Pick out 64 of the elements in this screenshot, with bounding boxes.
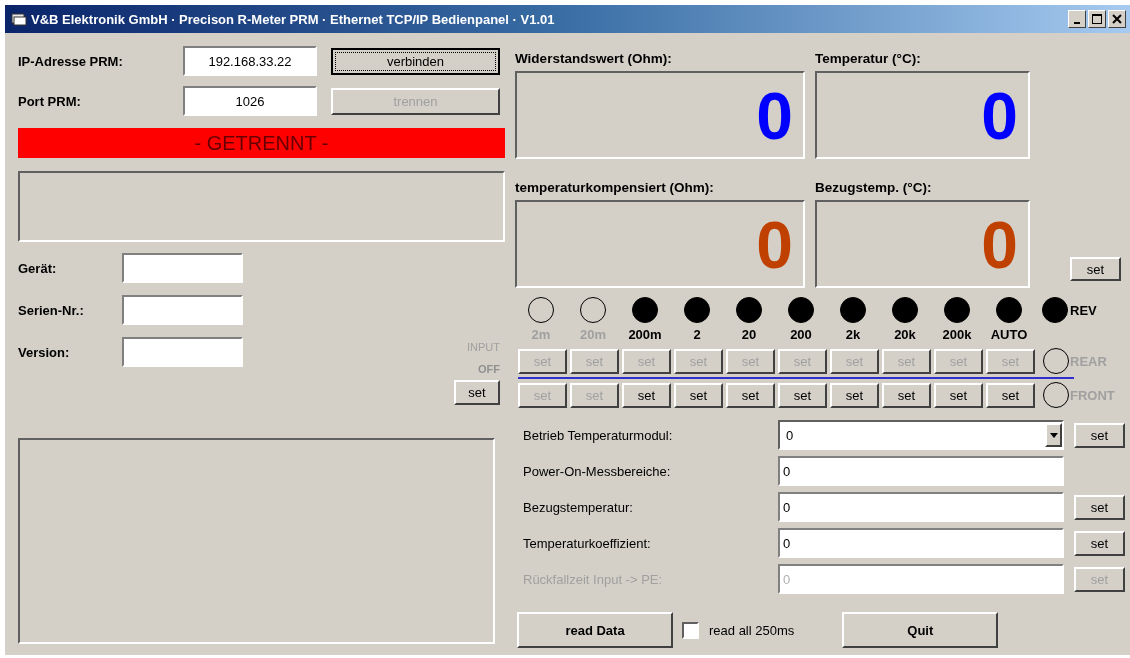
device-field[interactable] [122, 337, 243, 367]
device-label: Gerät: [18, 260, 58, 276]
setting-set-button[interactable]: set [1074, 494, 1125, 520]
window-title: V&B Elektronik GmbH · Precison R-Meter PRM · Ethernet TCP/IP Bedienpanel · V1.01 [31, 11, 556, 27]
display-value: 0 [981, 78, 1018, 155]
range-set-button[interactable]: set [934, 382, 983, 408]
setting-label: Power-On-Messbereiche: [523, 463, 672, 479]
maximize-icon [1092, 14, 1102, 24]
dropdown[interactable]: 0 [778, 420, 1064, 450]
input-set-button[interactable]: set [454, 380, 500, 405]
range-set-button[interactable]: set [674, 382, 723, 408]
quit-button[interactable]: Quit [842, 612, 999, 648]
display-label: Widerstandswert (Ohm): [515, 51, 673, 68]
range-set-button[interactable]: set [830, 382, 879, 408]
ip-field[interactable]: 192.168.33.22 [183, 46, 317, 76]
setting-field[interactable]: 0 [778, 456, 1064, 486]
range-set-button[interactable]: set [986, 382, 1035, 408]
checkbox-label: read all 250ms [709, 622, 795, 638]
minimize-button[interactable] [1068, 10, 1086, 28]
reference-set-button[interactable]: set [1070, 257, 1121, 281]
minimize-icon [1074, 21, 1080, 24]
range-label: AUTO [990, 327, 1028, 342]
range-set-button[interactable]: set [622, 382, 671, 408]
device-label: Version: [18, 344, 71, 360]
range-label: 2k [845, 327, 861, 342]
port-label: Port PRM: [18, 93, 82, 109]
display-value: 0 [981, 207, 1018, 284]
setting-field[interactable]: 0 [778, 528, 1064, 558]
setting-label: Betrieb Temperaturmodul: [523, 427, 674, 443]
range-set-button[interactable]: set [726, 382, 775, 408]
range-label: 200k [942, 327, 972, 342]
range-set-button[interactable]: set [882, 382, 931, 408]
setting-set-button[interactable]: set [1074, 530, 1125, 556]
app-icon [11, 12, 27, 26]
dropdown-arrow-icon [1049, 432, 1058, 438]
range-label: 200m [628, 327, 662, 342]
range-label: 200 [790, 327, 812, 342]
device-label: Serien-Nr.: [18, 302, 85, 318]
input-state: OFF [478, 363, 500, 375]
device-field[interactable] [122, 295, 243, 325]
setting-label: Bezugstemperatur: [523, 499, 634, 515]
setting-label: Temperaturkoeffizient: [523, 535, 652, 551]
device-field[interactable] [122, 253, 243, 283]
checkbox[interactable] [682, 621, 699, 639]
range-label: 2 [693, 327, 701, 342]
setting-field[interactable]: 0 [778, 492, 1064, 522]
close-icon [1112, 14, 1122, 24]
port-field[interactable]: 1026 [183, 86, 317, 116]
maximize-button[interactable] [1088, 10, 1106, 28]
ip-label: IP-Adresse PRM: [18, 53, 124, 69]
display-label: Temperatur (°C): [815, 51, 922, 68]
display-value: 0 [756, 78, 793, 155]
range-label: 20 [741, 327, 757, 342]
display-label: Bezugstemp. (°C): [815, 180, 933, 197]
display-label: temperaturkompensiert (Ohm): [515, 180, 715, 197]
range-label: 20k [894, 327, 916, 342]
range-set-button[interactable]: set [778, 382, 827, 408]
rev-label: REV [1070, 302, 1097, 318]
connect-button[interactable]: verbinden [331, 47, 500, 75]
setting-set-button[interactable]: set [1074, 422, 1125, 448]
connection-status: - GETRENNT - [18, 128, 505, 158]
read-data-button[interactable]: read Data [517, 612, 673, 648]
display-value: 0 [756, 207, 793, 284]
close-button[interactable] [1108, 10, 1126, 28]
